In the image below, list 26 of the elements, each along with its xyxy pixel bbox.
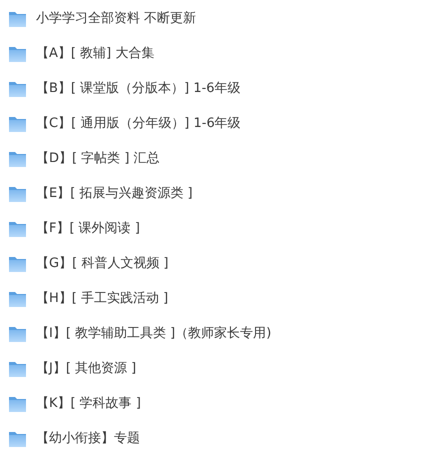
folder-name[interactable]: 小学学习全部资料 不断更新	[36, 10, 196, 28]
folder-name[interactable]: 【E】[ 拓展与兴趣资源类 ]	[36, 185, 193, 203]
folder-name[interactable]: 【C】[ 通用版（分年级）] 1-6年级	[36, 115, 241, 133]
folder-name[interactable]: 【I】[ 教学辅助工具类 ]（教师家长专用)	[36, 325, 272, 343]
folder-icon	[9, 186, 26, 202]
folder-name[interactable]: 【D】[ 字帖类 ] 汇总	[36, 150, 160, 168]
folder-icon	[9, 431, 26, 447]
folder-icon	[9, 221, 26, 237]
folder-icon	[9, 291, 26, 307]
folder-name[interactable]: 【F】[ 课外阅读 ]	[36, 220, 140, 238]
folder-name[interactable]: 【B】[ 课堂版（分版本）] 1-6年级	[36, 80, 241, 98]
folder-icon	[9, 46, 26, 62]
folder-name[interactable]: 【A】[ 教辅] 大合集	[36, 45, 154, 63]
folder-name[interactable]: 【K】[ 学科故事 ]	[36, 395, 141, 413]
folder-icon	[9, 81, 26, 97]
folder-name[interactable]: 【J】[ 其他资源 ]	[36, 360, 136, 378]
folder-icon	[9, 396, 26, 412]
folder-icon	[9, 361, 26, 377]
folder-icon	[9, 116, 26, 132]
folder-icon	[9, 326, 26, 342]
folder-name[interactable]: 【G】[ 科普人文视频 ]	[36, 255, 168, 273]
folder-icon	[9, 151, 26, 167]
folder-name[interactable]: 【幼小衔接】专题	[36, 430, 140, 448]
folder-name[interactable]: 【H】[ 手工实践活动 ]	[36, 290, 168, 308]
folder-icon	[9, 256, 26, 272]
folder-icon	[9, 11, 26, 27]
